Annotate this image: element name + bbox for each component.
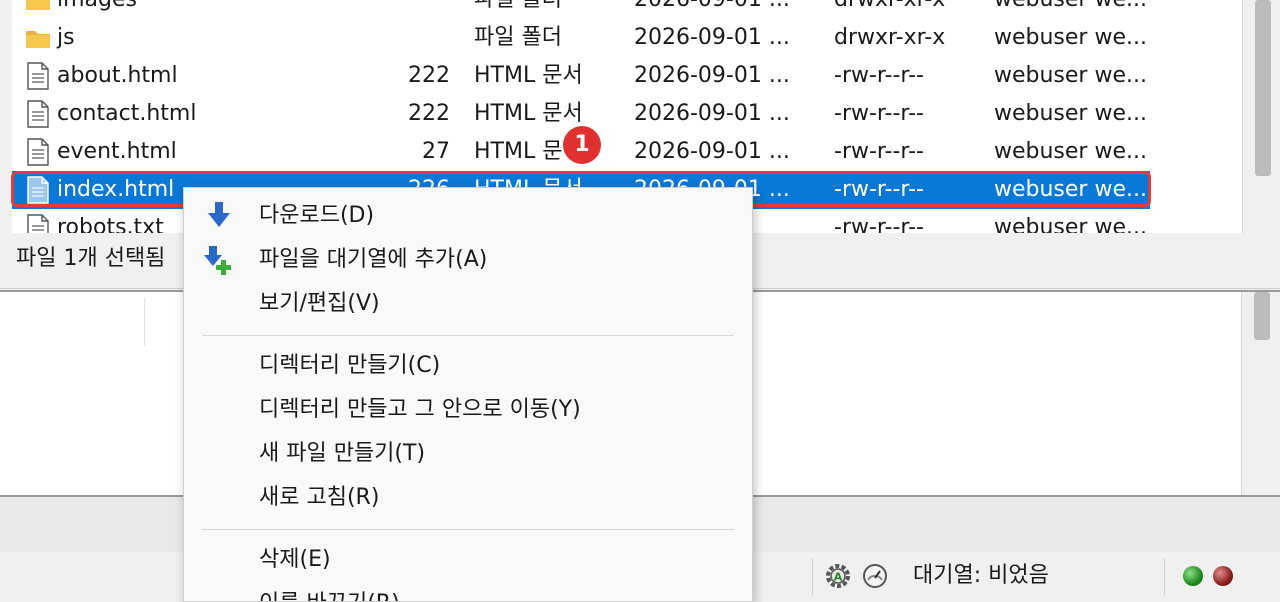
file-permissions: -rw-r--r-- bbox=[834, 139, 924, 164]
file-list-scrollbar[interactable] bbox=[1242, 0, 1280, 233]
file-size: 222 bbox=[408, 63, 450, 88]
file-type: 파일 폴더 bbox=[474, 0, 562, 19]
file-type: HTML 문서 bbox=[474, 63, 583, 88]
menu-item-label: 이름 바꾸기(R) bbox=[259, 582, 400, 601]
menu-item-rename[interactable]: 이름 바꾸기(R) bbox=[184, 582, 752, 601]
menu-item-label: 디렉터리 만들고 그 안으로 이동(Y) bbox=[259, 397, 581, 422]
selection-status-text: 파일 1개 선택됨 bbox=[16, 246, 166, 271]
file-permissions: drwxr-xr-x bbox=[834, 0, 945, 19]
menu-item-label: 다운로드(D) bbox=[259, 203, 375, 228]
file-modified: 2026-09-01 ... bbox=[634, 101, 790, 126]
file-size: 27 bbox=[422, 139, 450, 164]
file-permissions: -rw-r--r-- bbox=[834, 215, 924, 233]
file-owner: webuser we... bbox=[994, 63, 1147, 88]
receive-indicator-led bbox=[1183, 566, 1203, 586]
file-permissions: -rw-r--r-- bbox=[834, 101, 924, 126]
menu-item-delete[interactable]: 삭제(E) bbox=[184, 538, 752, 582]
file-modified: 2026-09-01 ... bbox=[634, 25, 790, 50]
file-type: HTML 문서 bbox=[474, 101, 583, 126]
document-icon bbox=[27, 138, 49, 166]
queue-status-text: 대기열: 비었음 bbox=[913, 563, 1049, 588]
file-row[interactable]: images 파일 폴더 2026-09-01 ... drwxr-xr-x webus… bbox=[12, 0, 1150, 19]
menu-item-view-edit[interactable]: 보기/편집(V) bbox=[184, 282, 752, 326]
status-separator bbox=[812, 558, 813, 596]
column-divider bbox=[144, 298, 145, 346]
document-icon bbox=[27, 176, 49, 204]
file-name: contact.html bbox=[57, 101, 197, 126]
file-permissions: -rw-r--r-- bbox=[834, 63, 924, 88]
file-owner: webuser we... bbox=[994, 101, 1147, 126]
download-arrow-icon bbox=[208, 202, 230, 227]
folder-icon bbox=[26, 0, 50, 10]
folder-icon bbox=[26, 31, 50, 48]
context-menu: 다운로드(D) 파일을 대기열에 추가(A) 보기/편집(V) 디렉터리 만들기… bbox=[183, 187, 753, 602]
file-modified: 2026-09-01 ... bbox=[634, 139, 790, 164]
menu-item-download[interactable]: 다운로드(D) bbox=[184, 194, 752, 238]
file-modified: 2026-09-01 ... bbox=[634, 0, 790, 19]
menu-item-label: 보기/편집(V) bbox=[259, 291, 380, 316]
file-name: images bbox=[57, 0, 137, 19]
menu-separator bbox=[202, 335, 734, 336]
svg-text:A: A bbox=[834, 571, 843, 584]
status-separator bbox=[1164, 558, 1165, 596]
file-name: event.html bbox=[57, 139, 177, 164]
file-type: 파일 폴더 bbox=[474, 25, 562, 50]
scrollbar-thumb[interactable] bbox=[1255, 0, 1271, 176]
menu-item-refresh[interactable]: 새로 고침(R) bbox=[184, 476, 752, 520]
queue-pane-scrollbar[interactable] bbox=[1241, 292, 1280, 495]
document-icon bbox=[27, 62, 49, 90]
file-name: about.html bbox=[57, 63, 178, 88]
speed-limit-icon[interactable] bbox=[861, 562, 889, 590]
menu-item-make-directory[interactable]: 디렉터리 만들기(C) bbox=[184, 344, 752, 388]
menu-item-make-directory-and-enter[interactable]: 디렉터리 만들고 그 안으로 이동(Y) bbox=[184, 388, 752, 432]
file-size: 222 bbox=[408, 101, 450, 126]
menu-item-add-to-queue[interactable]: 파일을 대기열에 추가(A) bbox=[184, 238, 752, 282]
menu-item-label: 삭제(E) bbox=[259, 547, 331, 572]
file-owner: webuser we... bbox=[994, 139, 1147, 164]
file-row[interactable]: js 파일 폴더 2026-09-01 ... drwxr-xr-x webuser w… bbox=[12, 19, 1150, 57]
file-name: index.html bbox=[57, 177, 175, 202]
menu-item-label: 디렉터리 만들기(C) bbox=[259, 353, 441, 378]
menu-item-label: 새로 고침(R) bbox=[259, 485, 380, 510]
add-to-queue-icon bbox=[204, 246, 231, 275]
file-name: robots.txt bbox=[57, 215, 164, 233]
send-indicator-led bbox=[1213, 566, 1233, 586]
menu-separator bbox=[202, 529, 734, 530]
file-name: js bbox=[57, 25, 75, 50]
menu-item-label: 파일을 대기열에 추가(A) bbox=[259, 247, 488, 272]
menu-item-label: 새 파일 만들기(T) bbox=[259, 441, 426, 466]
file-permissions: -rw-r--r-- bbox=[834, 177, 924, 202]
file-owner: webuser we... bbox=[994, 0, 1147, 19]
document-icon bbox=[27, 214, 49, 233]
file-owner: webuser we... bbox=[994, 25, 1147, 50]
file-row[interactable]: about.html 222 HTML 문서 2026-09-01 ... -rw-r-… bbox=[12, 57, 1150, 95]
menu-item-new-file[interactable]: 새 파일 만들기(T) bbox=[184, 432, 752, 476]
file-modified: 2026-09-01 ... bbox=[634, 63, 790, 88]
queue-scrollbar-thumb[interactable] bbox=[1254, 292, 1270, 340]
file-permissions: drwxr-xr-x bbox=[834, 25, 946, 50]
document-icon bbox=[27, 100, 49, 128]
file-owner: webuser we... bbox=[994, 215, 1147, 233]
file-owner: webuser we... bbox=[994, 177, 1147, 202]
step-badge: 1 bbox=[563, 126, 601, 164]
gear-icon[interactable]: A bbox=[824, 562, 852, 590]
